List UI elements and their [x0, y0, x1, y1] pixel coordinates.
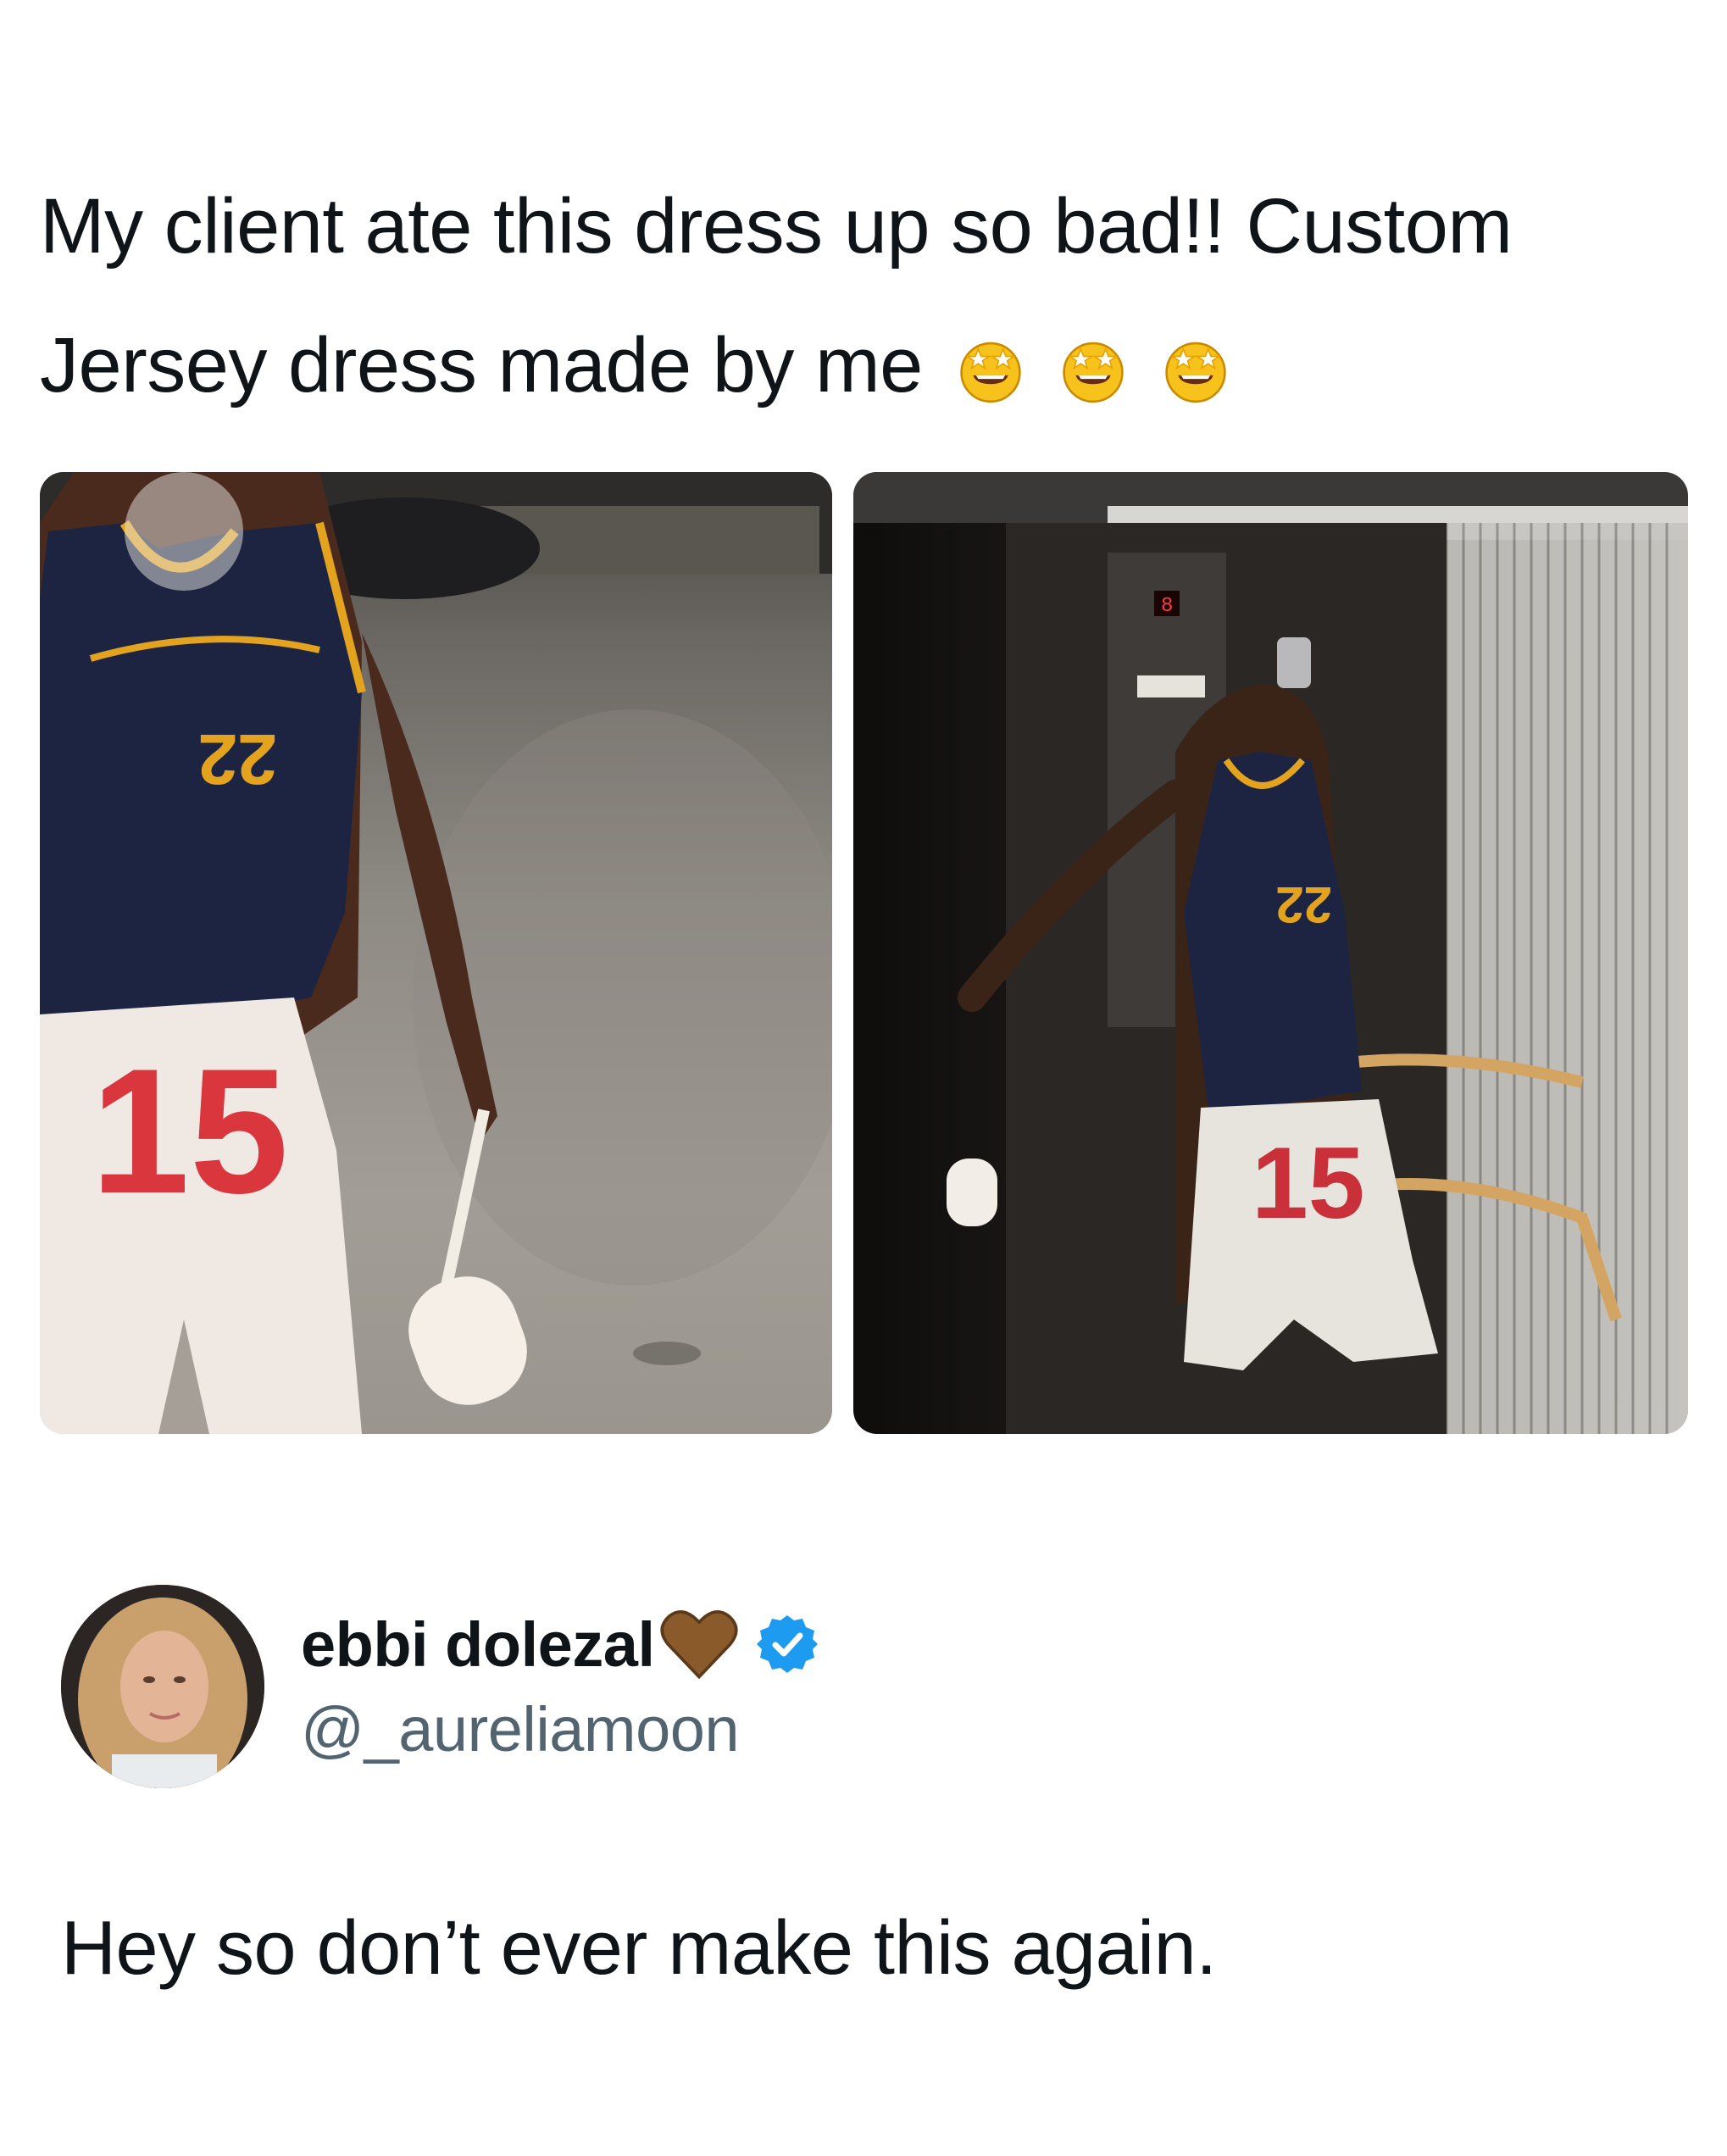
star-struck-emoji-icon: [1165, 342, 1226, 403]
author-row: ebbi dolezal @_aureliamoon: [61, 1585, 1671, 1788]
left-skirt-number: 15: [91, 1031, 289, 1231]
photo-left-illustration: 22 15: [40, 472, 832, 1434]
right-skirt-number: 15: [1252, 1126, 1364, 1240]
star-struck-emoji-icon: [960, 342, 1021, 403]
quoted-tweet-body: My client ate this dress up so bad!! Cus…: [40, 183, 1513, 408]
quoted-tweet-text: My client ate this dress up so bad!! Cus…: [40, 157, 1650, 441]
elevator-floor-display: 8: [1161, 595, 1173, 618]
right-jersey-number: 22: [1275, 876, 1332, 933]
media-photo-right[interactable]: 8 22 15: [853, 472, 1688, 1434]
author-name-line[interactable]: ebbi dolezal: [301, 1602, 818, 1686]
author-handle[interactable]: @_aureliamoon: [301, 1693, 740, 1765]
photo-right-illustration: 8 22 15: [853, 472, 1688, 1434]
author-display-name[interactable]: ebbi dolezal: [301, 1609, 655, 1681]
emoji-group: [954, 302, 1241, 441]
brown-heart-icon: [659, 1610, 738, 1680]
media-photo-left[interactable]: 22 15: [40, 472, 832, 1434]
reply-tweet-text: Hey so don’t ever make this again.: [61, 1906, 1217, 1991]
left-jersey-number: 22: [198, 720, 277, 799]
tweet-media-grid: 22 15 8 22 15: [40, 472, 1688, 1434]
verified-icon[interactable]: [756, 1614, 818, 1675]
avatar-illustration: [61, 1585, 264, 1788]
star-struck-emoji-icon: [1063, 342, 1124, 403]
avatar[interactable]: [61, 1585, 264, 1788]
